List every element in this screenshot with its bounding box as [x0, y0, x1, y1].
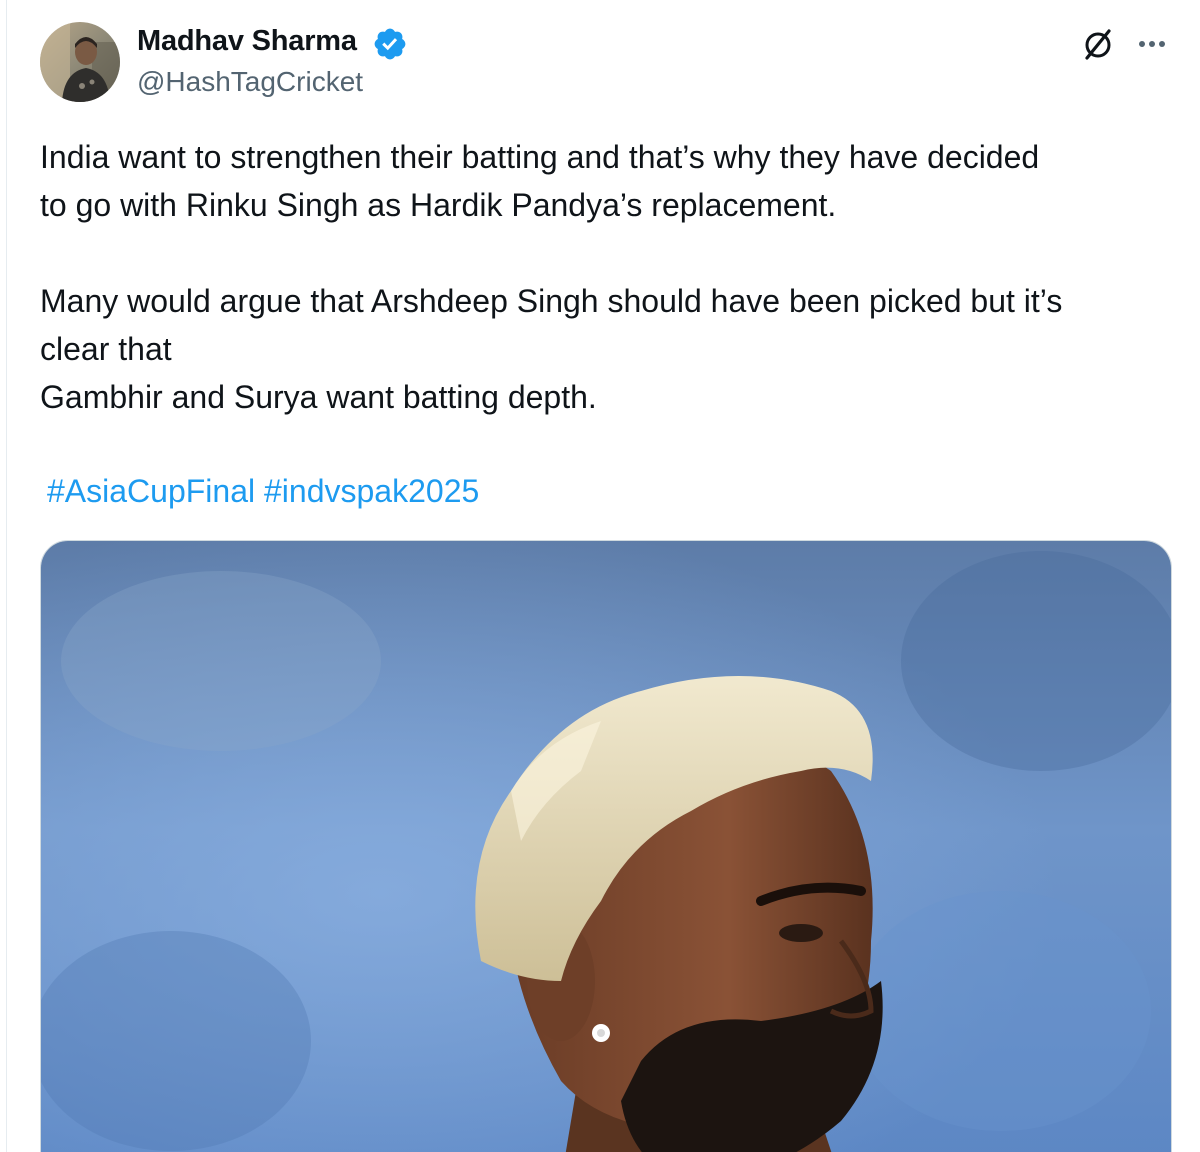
tweet-line: to go with Rinku Singh as Hardik Pandya’…: [40, 187, 837, 223]
tweet-line: Gambhir and Surya want batting depth.: [40, 379, 597, 415]
hashtag-list: #AsiaCupFinal #indvspak2025: [47, 469, 479, 513]
author-avatar[interactable]: [40, 22, 120, 102]
verified-badge-icon: [372, 26, 408, 62]
timeline-border: [6, 0, 7, 1152]
tweet-line: Many would argue that Arshdeep Singh sho…: [40, 283, 1063, 319]
tweet-text: India want to strengthen their batting a…: [40, 133, 1180, 421]
hashtag-link[interactable]: #indvspak2025: [264, 473, 479, 509]
hashtag-link[interactable]: #AsiaCupFinal: [47, 473, 255, 509]
tweet-line: clear that: [40, 331, 172, 367]
tweet-media-image[interactable]: [40, 540, 1172, 1152]
author-name[interactable]: Madhav Sharma: [137, 25, 357, 58]
author-handle[interactable]: @HashTagCricket: [137, 66, 363, 98]
grok-icon[interactable]: [1080, 26, 1116, 62]
tweet-card: Madhav Sharma @HashTagCricket India want…: [0, 0, 1200, 1152]
tweet-line: India want to strengthen their batting a…: [40, 139, 1040, 175]
more-options-icon[interactable]: [1134, 28, 1170, 60]
